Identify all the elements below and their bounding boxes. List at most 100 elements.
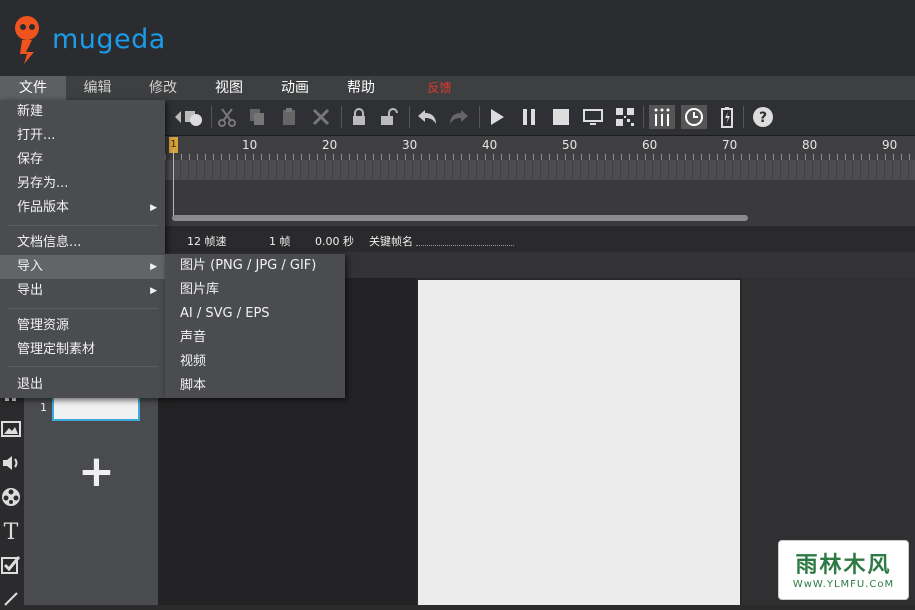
pause-icon[interactable] — [517, 105, 541, 129]
file-menu-export[interactable]: 导出 ▶ — [0, 279, 165, 303]
canvas[interactable] — [418, 280, 740, 605]
menu-feedback[interactable]: 反馈 — [412, 76, 467, 100]
file-menu-version[interactable]: 作品版本 ▶ — [0, 196, 165, 220]
ruler-label: 40 — [482, 138, 498, 152]
delete-icon[interactable] — [309, 105, 333, 129]
ruler-label: 80 — [802, 138, 818, 152]
bars-icon[interactable] — [649, 105, 675, 129]
ruler-label: 60 — [642, 138, 658, 152]
watermark-title: 雨林木风 — [795, 553, 892, 578]
pencil-icon[interactable] — [0, 588, 22, 610]
toolbar: ? — [165, 100, 915, 136]
app-header: mugeda — [0, 0, 915, 76]
ruler-label: 70 — [722, 138, 738, 152]
menu-help[interactable]: 帮助 — [332, 76, 390, 100]
import-video[interactable]: 视频 — [165, 350, 345, 374]
import-vector[interactable]: AI / SVG / EPS — [165, 302, 345, 326]
clock-icon[interactable] — [681, 105, 707, 129]
keyframe-name-label: 关键帧名 — [369, 235, 413, 248]
file-menu-dropdown: 新建 打开... 保存 另存为... 作品版本 ▶ 文档信息... 导入 ▶ 导… — [0, 100, 165, 398]
paste-icon[interactable] — [277, 105, 301, 129]
watermark: 雨林木风 WwW.YLMFU.CoM — [778, 540, 909, 600]
toolbar-separator — [211, 106, 212, 128]
timeline-ruler[interactable]: 10 20 30 40 50 60 70 80 90 — [165, 136, 915, 160]
frame-readout: 1 帧 — [269, 235, 291, 248]
unlock-icon[interactable] — [377, 105, 401, 129]
menu-modify[interactable]: 修改 — [137, 76, 189, 100]
timeline-scrollbar[interactable] — [172, 215, 748, 221]
ruler-label: 90 — [882, 138, 898, 152]
ruler-label: 10 — [242, 138, 258, 152]
ruler-label: 30 — [402, 138, 418, 152]
text-icon[interactable]: T — [0, 520, 22, 542]
import-image-library[interactable]: 图片库 — [165, 278, 345, 302]
menu-separator — [8, 225, 158, 226]
file-menu-export-label: 导出 — [17, 283, 44, 298]
menu-separator — [8, 366, 158, 367]
file-menu-manage-assets[interactable]: 管理资源 — [0, 314, 165, 338]
add-page-button[interactable]: + — [78, 450, 115, 494]
cut-icon[interactable] — [215, 105, 239, 129]
toolbar-separator — [743, 106, 744, 128]
video-icon[interactable] — [0, 486, 22, 508]
image-icon[interactable] — [0, 418, 22, 440]
redo-icon[interactable] — [447, 105, 471, 129]
battery-icon[interactable] — [715, 105, 739, 129]
toolbar-separator — [643, 106, 644, 128]
file-menu-import[interactable]: 导入 ▶ — [0, 255, 165, 279]
copy-icon[interactable] — [245, 105, 269, 129]
file-menu-exit[interactable]: 退出 — [0, 373, 165, 397]
help-icon[interactable]: ? — [751, 105, 775, 129]
seconds-readout: 0.00 秒 — [315, 235, 354, 248]
import-sound[interactable]: 声音 — [165, 326, 345, 350]
logo-icon — [15, 16, 39, 64]
file-menu-version-label: 作品版本 — [17, 200, 70, 215]
submenu-arrow-icon: ▶ — [150, 262, 157, 272]
file-menu-new[interactable]: 新建 — [0, 100, 165, 124]
play-icon[interactable] — [485, 105, 509, 129]
svg-text:?: ? — [759, 110, 767, 126]
undo-icon[interactable] — [415, 105, 439, 129]
pages-panel — [24, 396, 158, 605]
lock-icon[interactable] — [347, 105, 371, 129]
page-number: 1 — [40, 401, 47, 414]
file-menu-import-label: 导入 — [17, 259, 44, 274]
toolbar-separator — [341, 106, 342, 128]
checkbox-icon[interactable] — [0, 554, 22, 576]
watermark-url: WwW.YLMFU.CoM — [792, 579, 895, 590]
file-menu-open[interactable]: 打开... — [0, 124, 165, 148]
file-menu-save[interactable]: 保存 — [0, 148, 165, 172]
toolbar-separator — [479, 106, 480, 128]
page-thumbnail[interactable] — [52, 395, 140, 421]
timeline-statusbar: 12 帧速 1 帧 0.00 秒 关键帧名 — [165, 226, 915, 252]
import-script[interactable]: 脚本 — [165, 374, 345, 398]
playhead-line — [173, 150, 174, 220]
keyframe-name-input[interactable] — [416, 245, 514, 246]
submenu-arrow-icon: ▶ — [150, 286, 157, 296]
menubar: 文件 编辑 修改 视图 动画 帮助 反馈 — [0, 76, 915, 100]
left-toolbar: T — [0, 396, 24, 606]
menu-animation[interactable]: 动画 — [266, 76, 324, 100]
shape-icon[interactable] — [171, 105, 207, 129]
svg-text:T: T — [4, 520, 19, 542]
import-submenu: 图片 (PNG / JPG / GIF) 图片库 AI / SVG / EPS … — [165, 254, 345, 398]
menu-separator — [8, 308, 158, 309]
toolbar-separator — [409, 106, 410, 128]
timeline-track[interactable] — [165, 160, 915, 180]
ruler-label: 20 — [322, 138, 338, 152]
logo-text: mugeda — [52, 24, 166, 55]
file-menu-manage-custom[interactable]: 管理定制素材 — [0, 338, 165, 362]
submenu-arrow-icon: ▶ — [150, 203, 157, 213]
preview-icon[interactable] — [581, 105, 605, 129]
import-image[interactable]: 图片 (PNG / JPG / GIF) — [165, 254, 345, 278]
file-menu-doc-info[interactable]: 文档信息... — [0, 231, 165, 255]
menu-edit[interactable]: 编辑 — [70, 76, 125, 100]
qrcode-icon[interactable] — [613, 105, 637, 129]
stop-icon[interactable] — [549, 105, 573, 129]
menu-view[interactable]: 视图 — [200, 76, 258, 100]
menu-file[interactable]: 文件 — [0, 76, 66, 100]
ruler-label: 50 — [562, 138, 578, 152]
fps-readout[interactable]: 12 帧速 — [187, 233, 227, 249]
file-menu-save-as[interactable]: 另存为... — [0, 172, 165, 196]
sound-icon[interactable] — [0, 452, 22, 474]
